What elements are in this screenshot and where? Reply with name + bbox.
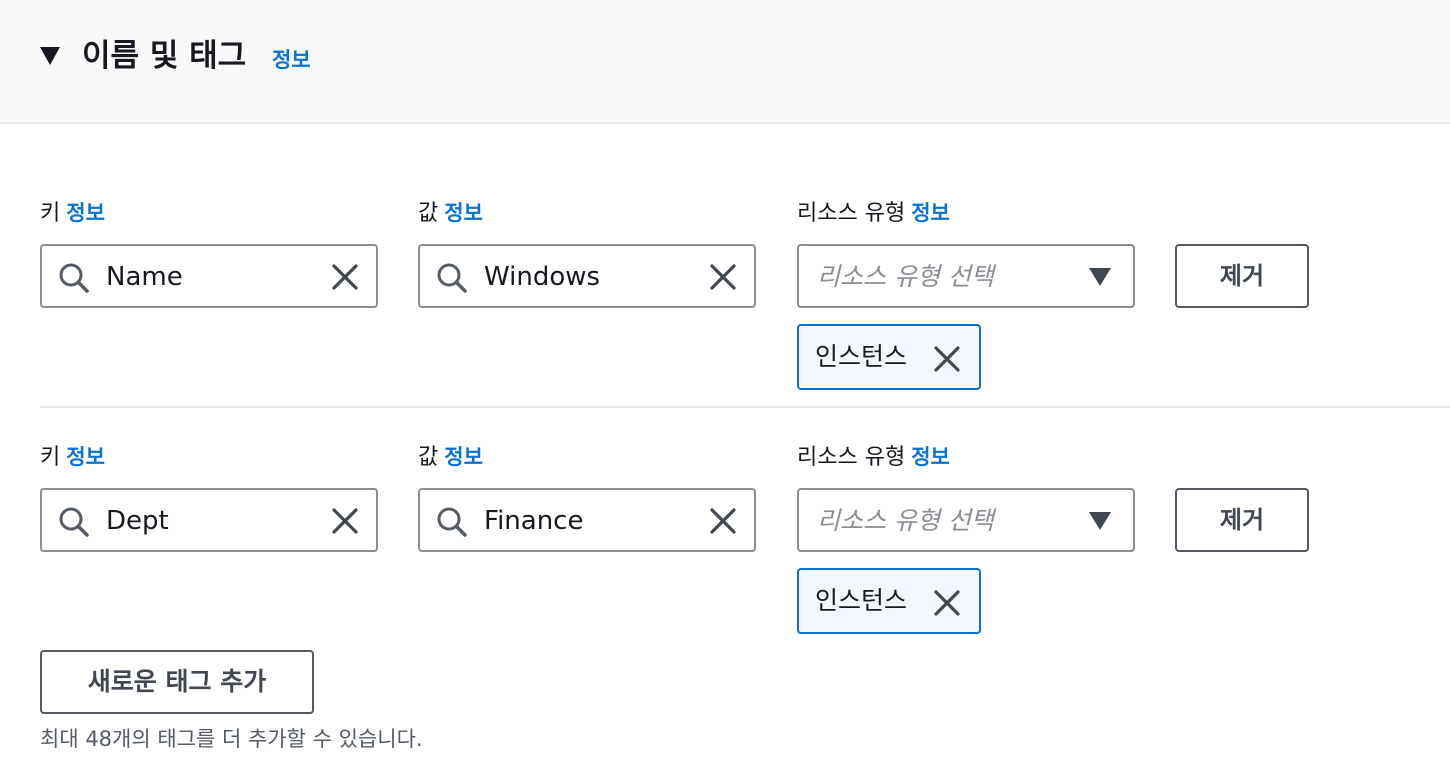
value-label-text: 값 <box>418 445 439 470</box>
caret-down-icon <box>1089 512 1111 530</box>
search-icon <box>59 263 89 293</box>
value-input-value[interactable]: Windows <box>484 260 600 294</box>
value-input-value[interactable]: Finance <box>484 504 583 538</box>
resource-type-label-text: 리소스 유형 <box>797 445 906 470</box>
resource-type-info-link[interactable]: 정보 <box>911 445 950 469</box>
resource-type-select[interactable]: 리소스 유형 선택 <box>797 488 1135 552</box>
key-label-text: 키 <box>40 201 61 226</box>
close-icon[interactable] <box>932 588 962 618</box>
key-label-text: 키 <box>40 445 61 470</box>
section-header[interactable]: 이름 및 태그 정보 <box>0 0 1450 124</box>
clear-icon[interactable] <box>708 506 738 536</box>
resource-type-select[interactable]: 리소스 유형 선택 <box>797 244 1135 308</box>
value-info-link[interactable]: 정보 <box>444 201 483 225</box>
resource-type-label: 리소스 유형 정보 <box>797 442 950 473</box>
resource-type-info-link[interactable]: 정보 <box>911 201 950 225</box>
search-icon <box>59 507 89 537</box>
remove-button[interactable]: 제거 <box>1175 244 1309 308</box>
value-label: 값 정보 <box>418 198 483 229</box>
key-input-value[interactable]: Dept <box>106 504 169 538</box>
value-label-text: 값 <box>418 201 439 226</box>
key-label: 키 정보 <box>40 442 105 473</box>
search-icon <box>437 507 467 537</box>
caret-down-icon <box>1089 268 1111 286</box>
add-tag-button[interactable]: 새로운 태그 추가 <box>40 650 314 714</box>
resource-type-token: 인스턴스 <box>797 324 981 390</box>
token-label: 인스턴스 <box>815 342 908 371</box>
value-label: 값 정보 <box>418 442 483 473</box>
value-input[interactable]: Finance <box>418 488 756 552</box>
key-info-link[interactable]: 정보 <box>66 201 105 225</box>
token-label: 인스턴스 <box>815 586 908 615</box>
resource-type-placeholder: 리소스 유형 선택 <box>817 262 994 291</box>
search-icon <box>437 263 467 293</box>
value-info-link[interactable]: 정보 <box>444 445 483 469</box>
clear-icon[interactable] <box>708 262 738 292</box>
close-icon[interactable] <box>932 344 962 374</box>
clear-icon[interactable] <box>330 506 360 536</box>
remove-button[interactable]: 제거 <box>1175 488 1309 552</box>
section-title: 이름 및 태그 <box>82 38 247 74</box>
key-input[interactable]: Name <box>40 244 378 308</box>
resource-type-token: 인스턴스 <box>797 568 981 634</box>
clear-icon[interactable] <box>330 262 360 292</box>
resource-type-label: 리소스 유형 정보 <box>797 198 950 229</box>
key-input[interactable]: Dept <box>40 488 378 552</box>
row-divider <box>40 406 1450 408</box>
key-input-value[interactable]: Name <box>106 260 183 294</box>
resource-type-label-text: 리소스 유형 <box>797 201 906 226</box>
key-label: 키 정보 <box>40 198 105 229</box>
caret-down-icon[interactable] <box>40 47 60 65</box>
key-info-link[interactable]: 정보 <box>66 445 105 469</box>
section-info-link[interactable]: 정보 <box>272 46 311 74</box>
value-input[interactable]: Windows <box>418 244 756 308</box>
tag-limit-hint: 최대 48개의 태그를 더 추가할 수 있습니다. <box>40 727 423 751</box>
resource-type-placeholder: 리소스 유형 선택 <box>817 506 994 535</box>
